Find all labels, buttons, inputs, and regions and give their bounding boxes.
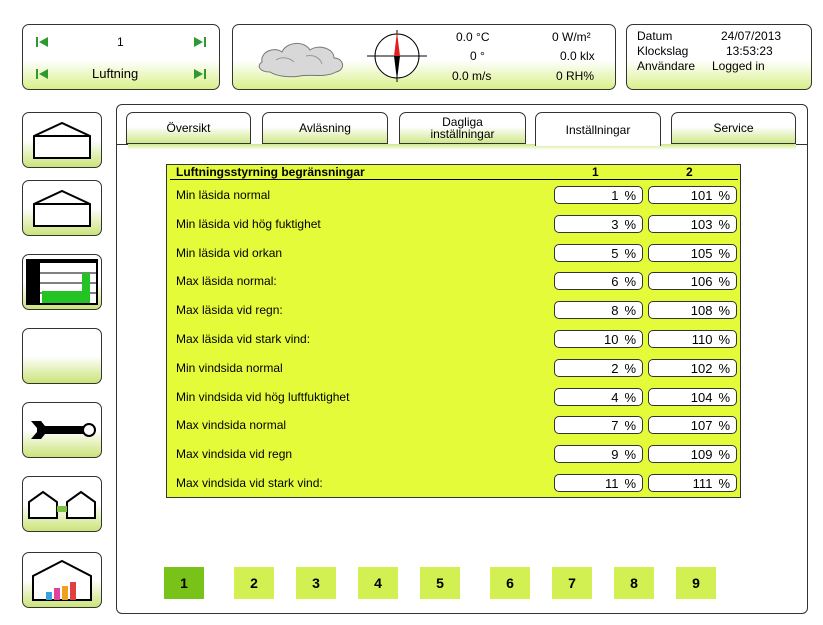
value-input-zone-1[interactable]: 11% [554, 474, 643, 492]
row-label: Max läsida normal: [176, 274, 277, 288]
value-input-zone-2[interactable]: 108% [648, 301, 737, 319]
page-button-8[interactable]: 8 [614, 567, 654, 599]
greenhouse-overview-button[interactable] [22, 112, 102, 168]
time-label: Klockslag [637, 44, 689, 58]
page-button-7[interactable]: 7 [552, 567, 592, 599]
light-value: 0.0 klx [560, 49, 595, 63]
greenhouse-chart-icon [32, 559, 92, 601]
table-title: Luftningsstyrning begränsningar [176, 165, 365, 179]
tab-avlasning[interactable]: Avläsning [262, 112, 388, 144]
date-value: 24/07/2013 [721, 29, 782, 43]
tab-installningar[interactable]: Inställningar [535, 112, 661, 146]
date-label: Datum [637, 29, 673, 43]
compass-icon [367, 30, 427, 82]
wrench-icon [31, 421, 96, 439]
row-label: Max vindsida vid stark vind: [176, 476, 323, 490]
greenhouse-icon [33, 121, 91, 159]
value-input-zone-1[interactable]: 8% [554, 301, 643, 319]
column-header-2: 2 [686, 165, 693, 179]
user-value: Logged in [712, 59, 765, 73]
value-input-zone-1[interactable]: 2% [554, 359, 643, 377]
value-input-zone-1[interactable]: 4% [554, 388, 643, 406]
value-input-zone-2[interactable]: 106% [648, 272, 737, 290]
value-input-zone-1[interactable]: 5% [554, 244, 643, 262]
page-button-2[interactable]: 2 [234, 567, 274, 599]
value-input-zone-1[interactable]: 6% [554, 272, 643, 290]
row-label: Min läsida normal [176, 188, 271, 202]
service-button[interactable] [22, 402, 102, 458]
page-button-9[interactable]: 9 [676, 567, 716, 599]
greenhouse-icon [33, 189, 91, 227]
value-input-zone-2[interactable]: 103% [648, 215, 737, 233]
value-input-zone-1[interactable]: 10% [554, 330, 643, 348]
page-button-6[interactable]: 6 [490, 567, 530, 599]
tab-oversikt[interactable]: Översikt [126, 112, 251, 144]
section-number: 1 [117, 35, 124, 49]
graph-icon [26, 259, 98, 305]
first-arrow-icon[interactable] [36, 69, 48, 79]
header-divider [170, 179, 738, 180]
greenhouses-icon [28, 490, 96, 519]
row-label: Min vindsida vid hög luftfuktighet [176, 390, 350, 404]
tab-service[interactable]: Service [671, 112, 796, 144]
column-header-1: 1 [592, 165, 599, 179]
user-label: Användare [637, 59, 696, 73]
last-arrow-icon[interactable] [194, 69, 206, 79]
first-arrow-icon[interactable] [36, 37, 48, 47]
value-input-zone-2[interactable]: 107% [648, 416, 737, 434]
row-label: Min läsida vid hög fuktighet [176, 217, 321, 231]
tab-dagliga-installningar[interactable]: Dagliga inställningar [399, 112, 526, 144]
greenhouse-statistics-button[interactable] [22, 552, 102, 608]
blank-button[interactable] [22, 328, 102, 384]
time-value: 13:53:23 [726, 44, 773, 58]
cloud-icon [258, 43, 343, 78]
row-label: Max läsida vid stark vind: [176, 332, 311, 346]
value-input-zone-2[interactable]: 111% [648, 474, 737, 492]
value-input-zone-2[interactable]: 105% [648, 244, 737, 262]
value-input-zone-1[interactable]: 7% [554, 416, 643, 434]
row-label: Max vindsida normal [176, 418, 287, 432]
value-input-zone-1[interactable]: 9% [554, 445, 643, 463]
value-input-zone-2[interactable]: 109% [648, 445, 737, 463]
section-title: Luftning [92, 66, 139, 81]
value-input-zone-2[interactable]: 101% [648, 186, 737, 204]
greenhouse-connect-button[interactable] [22, 476, 102, 532]
value-input-zone-2[interactable]: 110% [648, 330, 737, 348]
value-input-zone-2[interactable]: 102% [648, 359, 737, 377]
radiation-value: 0 W/m² [552, 30, 591, 44]
value-input-zone-2[interactable]: 104% [648, 388, 737, 406]
humidity-value: 0 RH% [556, 69, 595, 83]
row-label: Max läsida vid regn: [176, 303, 283, 317]
row-label: Max vindsida vid regn [176, 447, 293, 461]
page-button-4[interactable]: 4 [358, 567, 398, 599]
row-label: Min läsida vid orkan [176, 246, 283, 260]
temperature-value: 0.0 °C [456, 30, 490, 44]
tab-strip [128, 144, 796, 150]
page-button-3[interactable]: 3 [296, 567, 336, 599]
value-input-zone-1[interactable]: 3% [554, 215, 643, 233]
graph-button[interactable] [22, 254, 102, 310]
page-button-1[interactable]: 1 [164, 567, 204, 599]
last-arrow-icon[interactable] [194, 37, 206, 47]
page-button-5[interactable]: 5 [420, 567, 460, 599]
greenhouse-button[interactable] [22, 180, 102, 236]
value-input-zone-1[interactable]: 1% [554, 186, 643, 204]
row-label: Min vindsida normal [176, 361, 283, 375]
wind-direction-value: 0 ° [470, 49, 485, 63]
wind-speed-value: 0.0 m/s [452, 69, 492, 83]
